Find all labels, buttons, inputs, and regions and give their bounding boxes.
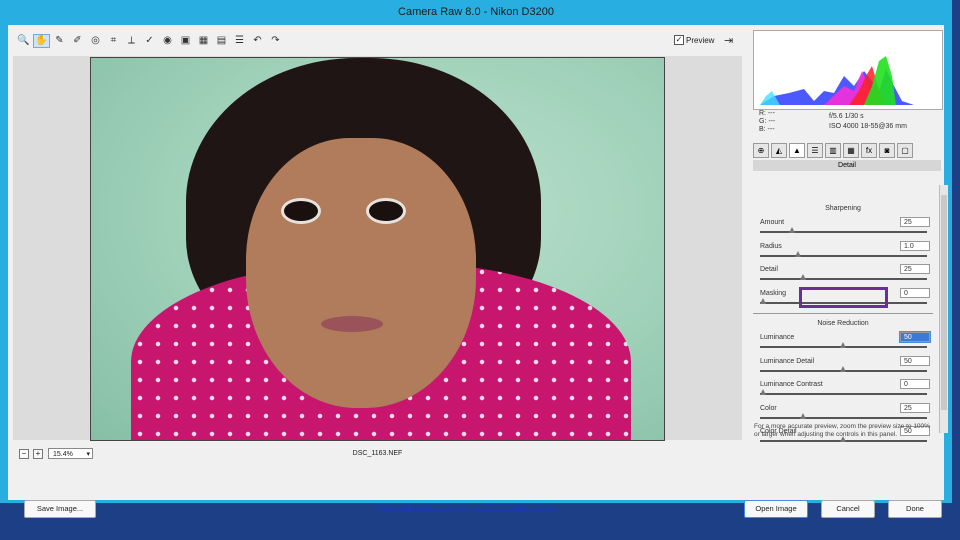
section-divider: [753, 313, 933, 314]
preview-toggle[interactable]: ✓ Preview: [674, 35, 714, 45]
done-button[interactable]: Done: [888, 500, 942, 518]
window-title: Camera Raw 8.0 - Nikon D3200: [398, 6, 554, 18]
tool-icon-4[interactable]: ◎: [88, 35, 103, 47]
tool-icon-6[interactable]: ⟂: [124, 35, 139, 47]
slider-luminance-contrast[interactable]: Luminance Contrast 0: [758, 379, 930, 403]
slider-masking[interactable]: Masking 0: [758, 287, 930, 312]
slider-amount[interactable]: Amount 25: [758, 217, 930, 241]
slider-label: Luminance Contrast: [760, 381, 823, 388]
rgb-readout: R: --- G: --- B: --- f/5.6 1/30 s ISO 40…: [753, 110, 941, 140]
panel-tab-2[interactable]: ▲: [789, 143, 805, 158]
slider-detail[interactable]: Detail 25: [758, 264, 930, 288]
tool-icon-8[interactable]: ◉: [160, 35, 175, 47]
photo-left-eye: [281, 198, 321, 224]
tool-icon-13[interactable]: ↶: [250, 35, 265, 47]
panel-tab-5[interactable]: ▦: [843, 143, 859, 158]
slider-label: Detail: [760, 266, 778, 273]
tool-icon-9[interactable]: ▣: [178, 35, 193, 47]
slider-thumb[interactable]: [840, 342, 846, 348]
tool-icon-11[interactable]: ▤: [214, 35, 229, 47]
bottom-bar: Save Image... Adobe RGB (1998); 8 bit; 6…: [16, 495, 952, 520]
slider-thumb[interactable]: [760, 389, 766, 395]
slider-label: Color: [760, 404, 777, 412]
panel-scrollbar[interactable]: [939, 185, 948, 433]
panel-tab-4[interactable]: ▥: [825, 143, 841, 158]
panel-tab-3[interactable]: ☰: [807, 143, 823, 158]
fullscreen-icon[interactable]: ⇥: [724, 34, 733, 47]
sharpening-heading: Sharpening: [825, 205, 861, 212]
slider-value-input[interactable]: 25: [900, 264, 930, 274]
slider-thumb[interactable]: [788, 227, 795, 233]
slider-radius[interactable]: Radius 1.0: [758, 240, 930, 265]
slider-value-input[interactable]: 25: [900, 402, 930, 413]
panel-tabs: ⊕ ◭ ▲ ☰ ▥ ▦ fx ◙ ▢: [753, 143, 943, 158]
slider-value-input[interactable]: 50: [899, 331, 931, 343]
panel-title: Detail: [753, 160, 941, 171]
detail-panel: Sharpening Amount 25 Radius 1.0 Detail 25 Maski…: [753, 173, 941, 442]
slider-track[interactable]: [760, 231, 927, 233]
workflow-options-link[interactable]: Adobe RGB (1998); 8 bit; 6016 by 4000 (2…: [360, 504, 570, 511]
tool-icon-12[interactable]: ☰: [232, 35, 247, 47]
photo-face-shape: [246, 138, 476, 408]
slider-label: Amount: [760, 219, 785, 226]
panel-note: For a more accurate preview, zoom the pr…: [754, 423, 930, 438]
slider-value-input[interactable]: 0: [900, 379, 930, 389]
status-bar: − + 15.4% ▾ DSC_1163.NEF: [13, 447, 742, 463]
slider-thumb[interactable]: [760, 297, 766, 304]
slider-luminance-detail[interactable]: Luminance Detail 50: [758, 355, 930, 380]
tool-icon-5[interactable]: ⌗: [106, 35, 121, 47]
panel-tab-1[interactable]: ◭: [771, 143, 787, 158]
preview-checkbox[interactable]: ✓: [674, 35, 684, 45]
noise-reduction-heading: Noise Reduction: [817, 320, 869, 327]
red-readout: R: ---: [759, 110, 775, 117]
panel-tab-6[interactable]: fx: [861, 143, 877, 158]
tool-icon-0[interactable]: 🔍: [16, 35, 31, 47]
preview-canvas[interactable]: [13, 56, 742, 441]
cancel-button[interactable]: Cancel: [821, 500, 875, 518]
slider-track[interactable]: [760, 254, 927, 257]
slider-label: Luminance Detail: [760, 357, 815, 365]
scrollbar-thumb[interactable]: [941, 195, 947, 410]
slider-luminance[interactable]: Luminance 50: [758, 331, 931, 356]
file-name: DSC_1163.NEF: [352, 450, 403, 457]
panel-tab-8[interactable]: ▢: [897, 143, 913, 158]
tool-icon-1[interactable]: ✋: [33, 34, 50, 48]
histogram: [753, 30, 943, 110]
save-image-button[interactable]: Save Image...: [24, 500, 96, 518]
blue-readout: B: ---: [759, 126, 775, 133]
slider-label: Luminance: [760, 334, 795, 341]
slider-thumb[interactable]: [840, 365, 846, 372]
tool-icon-10[interactable]: ▦: [196, 35, 211, 47]
photo-right-eye: [366, 198, 406, 224]
iso-info: ISO 4000 18-55@36 mm: [829, 123, 907, 130]
panel-tab-0[interactable]: ⊕: [753, 143, 769, 158]
photo-preview[interactable]: [90, 57, 665, 441]
preview-label: Preview: [686, 35, 715, 45]
slider-track[interactable]: [760, 393, 927, 395]
slider-label: Radius: [760, 242, 782, 250]
exposure-info: f/5.6 1/30 s: [829, 113, 864, 120]
slider-value-input[interactable]: 25: [900, 217, 930, 227]
slider-thumb[interactable]: [800, 274, 806, 280]
photo-mouth: [321, 316, 383, 332]
green-readout: G: ---: [759, 118, 776, 125]
slider-value-input[interactable]: 50: [900, 355, 930, 366]
slider-value-input[interactable]: 0: [900, 287, 930, 298]
tool-icon-2[interactable]: ✎: [52, 35, 67, 47]
slider-label: Masking: [760, 289, 787, 297]
slider-thumb[interactable]: [795, 250, 802, 257]
open-image-button[interactable]: Open Image: [744, 500, 808, 518]
slider-track[interactable]: [760, 416, 927, 419]
slider-value-input[interactable]: 1.0: [900, 240, 930, 251]
tool-icon-14[interactable]: ↷: [268, 35, 283, 47]
toolbar: 🔍 ✋ ✎ ✐ ◎ ⌗ ⟂ ✓ ◉ ▣ ▦ ▤ ☰ ↶ ↷: [16, 34, 283, 48]
slider-thumb[interactable]: [800, 412, 806, 419]
tool-icon-7[interactable]: ✓: [142, 35, 157, 47]
slider-track[interactable]: [760, 278, 927, 280]
histogram-graph: [760, 56, 914, 105]
slider-track[interactable]: [760, 301, 927, 304]
panel-tab-7[interactable]: ◙: [879, 143, 895, 158]
tool-icon-3[interactable]: ✐: [70, 35, 85, 47]
